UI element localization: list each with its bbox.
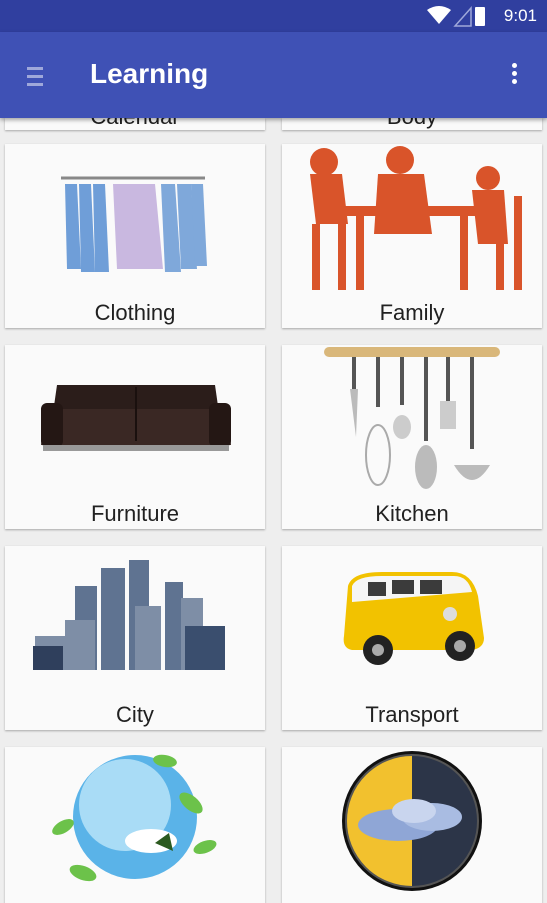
category-label: Kitchen <box>375 501 449 526</box>
category-label: City <box>116 702 154 727</box>
page-title: Learning <box>90 58 209 89</box>
category-grid: Calendar Body Clothing <box>0 118 547 903</box>
weather-icon <box>342 751 482 891</box>
category-label: Body <box>282 118 542 130</box>
app-bar: Learning <box>0 32 547 118</box>
category-card-clothing[interactable]: Clothing <box>5 144 265 328</box>
status-bar: 9:01 <box>0 0 547 32</box>
category-card-calendar[interactable]: Calendar <box>5 118 265 130</box>
globe-nature-icon <box>52 754 217 882</box>
wifi-icon <box>427 6 451 24</box>
category-card-nature[interactable] <box>5 747 265 903</box>
category-card-furniture[interactable]: Furniture <box>5 345 265 529</box>
signal-icon <box>453 6 472 27</box>
category-label: Calendar <box>5 118 265 130</box>
category-card-transport[interactable]: Transport <box>282 546 542 730</box>
category-card-city[interactable]: City <box>5 546 265 730</box>
category-card-family[interactable]: Family <box>282 144 542 328</box>
clock: 9:01 <box>503 6 537 25</box>
category-label: Transport <box>365 702 459 727</box>
category-card-body[interactable]: Body <box>282 118 542 130</box>
category-label: Family <box>379 300 445 325</box>
battery-icon <box>475 7 485 26</box>
more-options-icon[interactable] <box>505 60 523 94</box>
menu-icon[interactable] <box>22 62 48 90</box>
category-card-kitchen[interactable]: Kitchen <box>282 345 542 529</box>
category-label: Furniture <box>90 501 180 526</box>
status-icons <box>427 6 485 27</box>
category-card-weather[interactable] <box>282 747 542 903</box>
category-label: Clothing <box>94 300 176 325</box>
